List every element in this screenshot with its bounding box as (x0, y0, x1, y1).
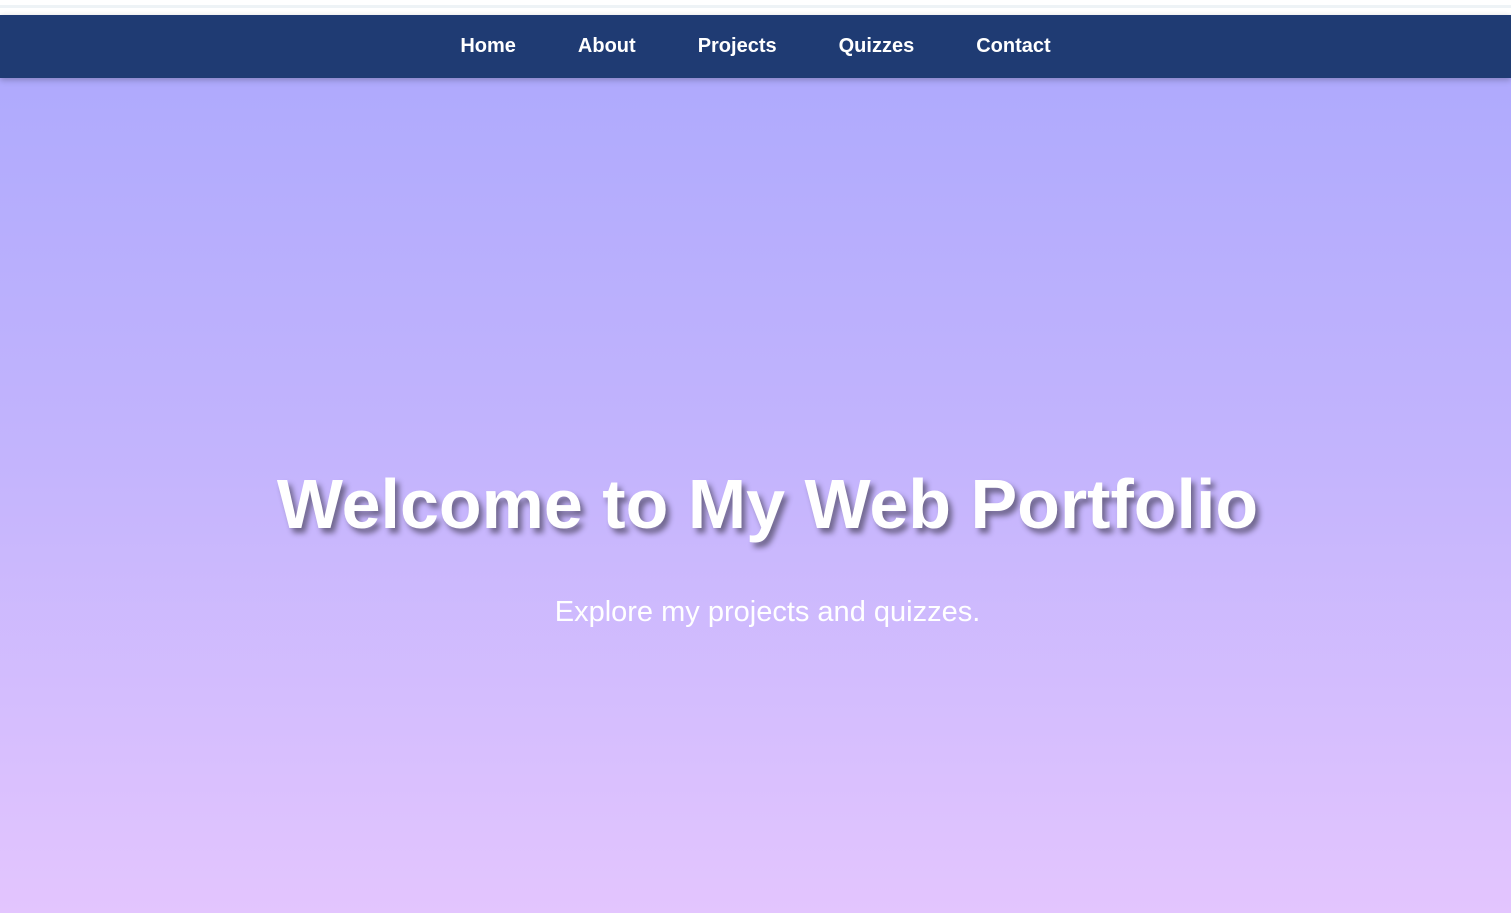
nav-link-quizzes[interactable]: Quizzes (839, 15, 915, 78)
hero-section: Welcome to My Web Portfolio Explore my p… (0, 78, 1511, 913)
nav-link-projects[interactable]: Projects (698, 15, 777, 78)
browser-top-strip (0, 0, 1511, 15)
top-divider (0, 5, 1511, 8)
nav-link-contact[interactable]: Contact (976, 15, 1050, 78)
hero-title: Welcome to My Web Portfolio (276, 465, 1259, 543)
main-navbar: Home About Projects Quizzes Contact (0, 15, 1511, 78)
nav-link-home[interactable]: Home (460, 15, 516, 78)
nav-link-about[interactable]: About (578, 15, 636, 78)
hero-subtitle: Explore my projects and quizzes. (554, 596, 981, 628)
